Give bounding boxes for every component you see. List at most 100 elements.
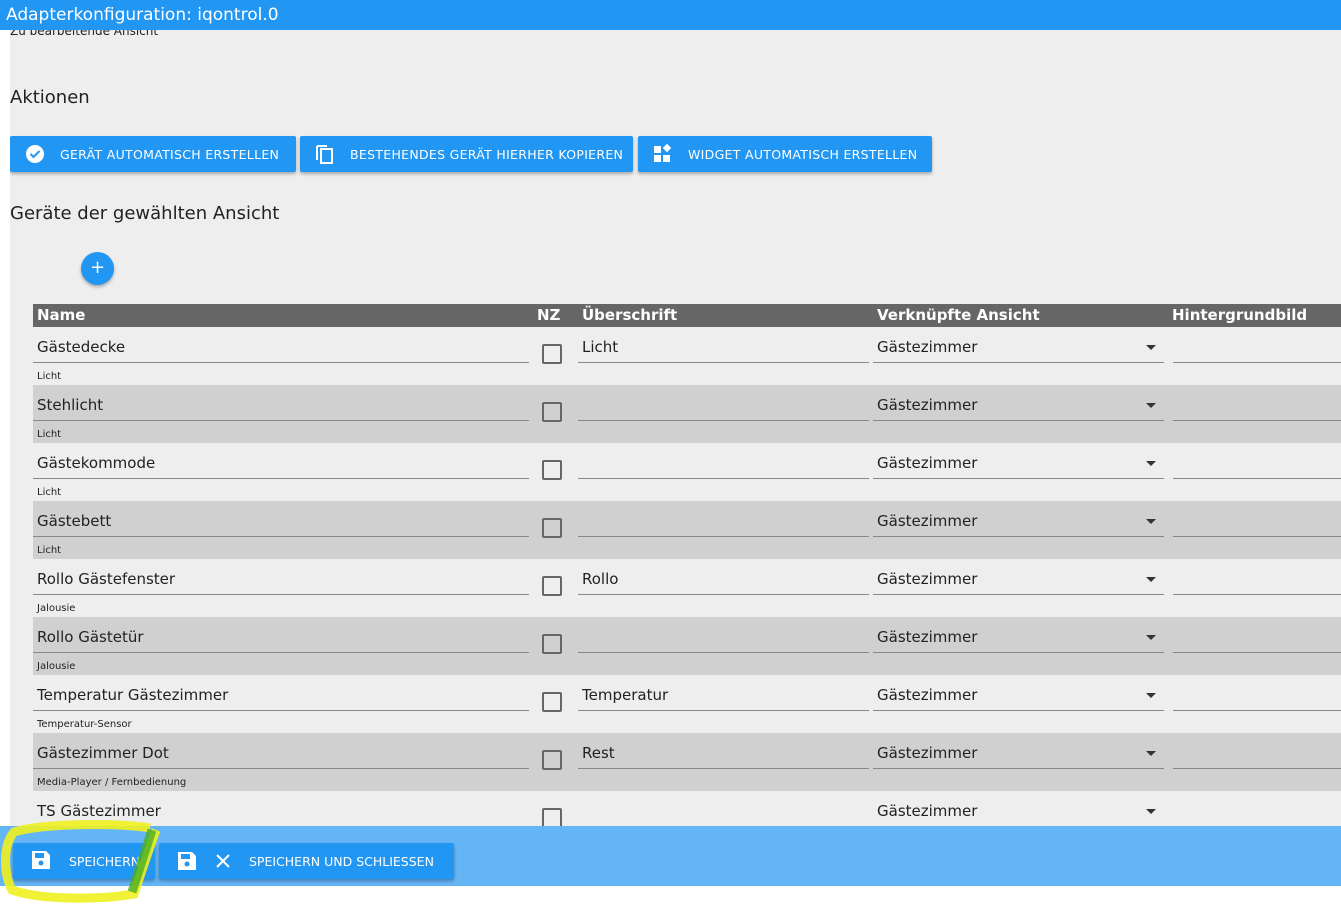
select-value: Gästezimmer: [877, 802, 978, 820]
linked-view-select[interactable]: Gästezimmer: [873, 685, 1164, 711]
column-header-heading: Überschrift: [582, 306, 678, 324]
button-label: SPEICHERN UND SCHLIESSEN: [249, 853, 434, 869]
linked-view-select[interactable]: Gästezimmer: [873, 395, 1164, 421]
auto-create-device-button[interactable]: GERÄT AUTOMATISCH ERSTELLEN: [10, 136, 296, 172]
nz-checkbox[interactable]: [542, 634, 562, 654]
button-label: BESTEHENDES GERÄT HIERHER KOPIEREN: [350, 146, 624, 162]
footer-bar: SPEICHERN SPEICHERN UND SCHLIESSEN: [0, 826, 1341, 886]
select-value: Gästezimmer: [877, 628, 978, 646]
save-icon: [177, 851, 197, 871]
devices-heading: Geräte der gewählten Ansicht: [10, 203, 280, 224]
name-input[interactable]: Gästezimmer Dot: [33, 743, 529, 769]
linked-view-select[interactable]: Gästezimmer: [873, 569, 1164, 595]
column-header-nz: NZ: [537, 306, 561, 324]
heading-input[interactable]: [578, 453, 869, 479]
chevron-down-icon: [1146, 461, 1156, 466]
linked-view-select[interactable]: Gästezimmer: [873, 337, 1164, 363]
background-image-input[interactable]: [1173, 569, 1341, 595]
nz-checkbox[interactable]: [542, 576, 562, 596]
heading-input[interactable]: [578, 511, 869, 537]
view-selector-label: Zu bearbeitende Ansicht: [10, 30, 159, 38]
heading-input[interactable]: Temperatur: [578, 685, 869, 711]
column-header-background: Hintergrundbild: [1172, 306, 1308, 324]
nz-checkbox[interactable]: [542, 344, 562, 364]
chevron-down-icon: [1146, 693, 1156, 698]
linked-view-select[interactable]: Gästezimmer: [873, 511, 1164, 537]
name-input[interactable]: TS Gästezimmer: [33, 801, 529, 826]
device-type-label: Licht: [37, 371, 62, 382]
device-type-label: Licht: [37, 545, 62, 556]
save-icon: [31, 850, 51, 873]
heading-input[interactable]: Licht: [578, 337, 869, 363]
nz-checkbox[interactable]: [542, 692, 562, 712]
heading-input[interactable]: [578, 801, 869, 826]
table-row: Gästezimmer Dot Media-Player / Fernbedie…: [33, 733, 1341, 791]
nz-checkbox[interactable]: [542, 460, 562, 480]
background-image-input[interactable]: [1173, 395, 1341, 421]
device-type-label: Media-Player / Fernbedienung: [37, 777, 187, 788]
table-row: Temperatur Gästezimmer Temperatur-Sensor…: [33, 675, 1341, 733]
heading-input[interactable]: Rest: [578, 743, 869, 769]
linked-view-select[interactable]: Gästezimmer: [873, 743, 1164, 769]
background-image-input[interactable]: [1173, 801, 1341, 826]
column-header-name: Name: [37, 306, 86, 324]
name-input[interactable]: Gästekommode: [33, 453, 529, 479]
save-button[interactable]: SPEICHERN: [13, 843, 155, 879]
name-input[interactable]: Rollo Gästetür: [33, 627, 529, 653]
button-label: SPEICHERN: [69, 853, 141, 869]
table-row: Gästebett Licht Gästezimmer: [33, 501, 1341, 559]
nz-checkbox[interactable]: [542, 402, 562, 422]
linked-view-select[interactable]: Gästezimmer: [873, 627, 1164, 653]
table-row: Gästedecke Licht Licht Gästezimmer: [33, 327, 1341, 385]
chevron-down-icon: [1146, 403, 1156, 408]
name-input[interactable]: Stehlicht: [33, 395, 529, 421]
background-image-input[interactable]: [1173, 511, 1341, 537]
select-value: Gästezimmer: [877, 396, 978, 414]
name-input[interactable]: Temperatur Gästezimmer: [33, 685, 529, 711]
linked-view-select[interactable]: Gästezimmer: [873, 453, 1164, 479]
background-image-input[interactable]: [1173, 453, 1341, 479]
select-value: Gästezimmer: [877, 512, 978, 530]
nz-checkbox[interactable]: [542, 750, 562, 770]
select-value: Gästezimmer: [877, 338, 978, 356]
background-image-input[interactable]: [1173, 743, 1341, 769]
select-value: Gästezimmer: [877, 454, 978, 472]
device-type-label: Jalousie: [37, 603, 76, 614]
config-content[interactable]: Zu bearbeitende Ansicht Aktionen GERÄT A…: [10, 30, 1341, 826]
nz-checkbox[interactable]: [542, 808, 562, 826]
background-image-input[interactable]: [1173, 627, 1341, 653]
table-row: Stehlicht Licht Gästezimmer: [33, 385, 1341, 443]
chevron-down-icon: [1146, 751, 1156, 756]
widgets-icon: [652, 143, 674, 165]
select-value: Gästezimmer: [877, 570, 978, 588]
button-label: WIDGET AUTOMATISCH ERSTELLEN: [688, 146, 918, 162]
heading-input[interactable]: [578, 395, 869, 421]
add-device-button[interactable]: +: [81, 252, 114, 285]
check-circle-icon: [24, 143, 46, 165]
table-row: Gästekommode Licht Gästezimmer: [33, 443, 1341, 501]
background-image-input[interactable]: [1173, 337, 1341, 363]
auto-create-widget-button[interactable]: WIDGET AUTOMATISCH ERSTELLEN: [638, 136, 932, 172]
name-input[interactable]: Gästebett: [33, 511, 529, 537]
device-type-label: Temperatur-Sensor: [37, 719, 132, 730]
heading-input[interactable]: [578, 627, 869, 653]
copy-existing-device-button[interactable]: BESTEHENDES GERÄT HIERHER KOPIEREN: [300, 136, 633, 172]
window-title: Adapterkonfiguration: iqontrol.0: [0, 0, 1341, 30]
heading-input[interactable]: Rollo: [578, 569, 869, 595]
save-and-close-button[interactable]: SPEICHERN UND SCHLIESSEN: [159, 843, 454, 879]
nz-checkbox[interactable]: [542, 518, 562, 538]
name-input[interactable]: Rollo Gästefenster: [33, 569, 529, 595]
background-image-input[interactable]: [1173, 685, 1341, 711]
table-row: Rollo Gästefenster Jalousie Rollo Gästez…: [33, 559, 1341, 617]
select-value: Gästezimmer: [877, 686, 978, 704]
name-input[interactable]: Gästedecke: [33, 337, 529, 363]
device-type-label: Licht: [37, 487, 62, 498]
chevron-down-icon: [1146, 519, 1156, 524]
chevron-down-icon: [1146, 345, 1156, 350]
copy-icon: [314, 143, 336, 165]
linked-view-select[interactable]: Gästezimmer: [873, 801, 1164, 826]
device-type-label: Jalousie: [37, 661, 76, 672]
devices-table: Name NZ Überschrift Verknüpfte Ansicht H…: [33, 304, 1341, 826]
actions-heading: Aktionen: [10, 87, 90, 108]
device-type-label: Licht: [37, 429, 62, 440]
